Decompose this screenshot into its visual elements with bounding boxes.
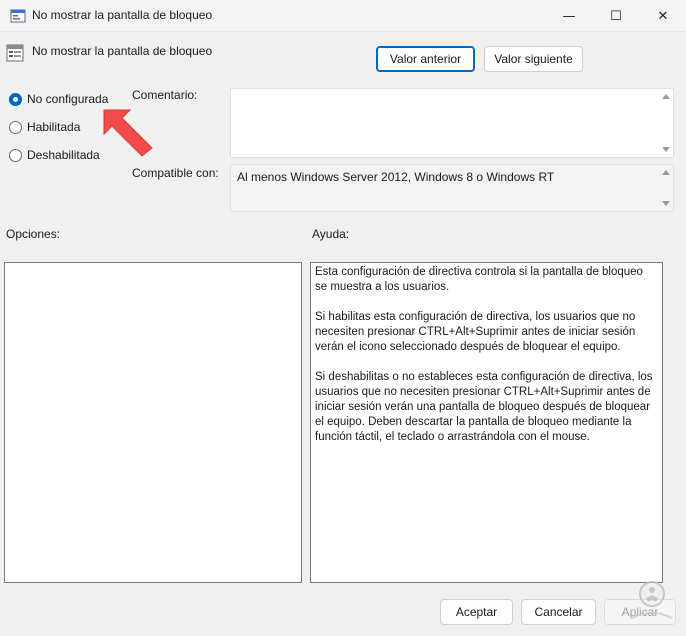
help-text: Esta configuración de directiva controla… — [315, 265, 658, 460]
help-label: Ayuda: — [312, 227, 350, 241]
radio-label: No configurada — [27, 92, 109, 106]
radio-label: Deshabilitada — [27, 148, 100, 162]
maximize-icon: ☐ — [610, 8, 622, 24]
close-icon: ✕ — [657, 8, 669, 24]
title-bar: No mostrar la pantalla de bloqueo — ☐ ✕ — [0, 0, 686, 32]
compatible-value: Al menos Windows Server 2012, Windows 8 … — [237, 170, 555, 184]
compatible-field: Al menos Windows Server 2012, Windows 8 … — [230, 164, 674, 212]
compatible-label: Compatible con: — [132, 166, 219, 180]
help-paragraph: Si deshabilitas o no estableces esta con… — [315, 371, 653, 443]
radio-indicator[interactable] — [9, 148, 22, 162]
close-button[interactable]: ✕ — [640, 0, 686, 32]
watermark-logo — [631, 581, 673, 619]
scroll-up-icon[interactable] — [662, 170, 670, 175]
minimize-icon: — — [562, 8, 576, 24]
accept-button[interactable]: Aceptar — [440, 599, 513, 625]
help-paragraph: Si habilitas esta configuración de direc… — [315, 311, 636, 353]
scroll-up-icon[interactable] — [662, 94, 670, 99]
minimize-button[interactable]: — — [546, 0, 592, 32]
cancel-button[interactable]: Cancelar — [521, 599, 596, 625]
policy-settings-icon — [6, 44, 24, 62]
help-panel: Esta configuración de directiva controla… — [310, 262, 663, 583]
options-panel — [4, 262, 302, 583]
policy-name: No mostrar la pantalla de bloqueo — [32, 44, 213, 58]
radio-enabled[interactable]: Habilitada — [9, 120, 80, 134]
scroll-down-icon[interactable] — [662, 201, 670, 206]
compatible-scrollbar[interactable] — [659, 165, 673, 211]
radio-label: Habilitada — [27, 120, 81, 134]
comment-label: Comentario: — [132, 88, 198, 102]
radio-indicator[interactable] — [9, 92, 22, 106]
radio-not-configured[interactable]: No configurada — [9, 92, 108, 106]
help-paragraph: Esta configuración de directiva controla… — [315, 266, 643, 293]
scroll-down-icon[interactable] — [662, 147, 670, 152]
radio-indicator[interactable] — [9, 120, 22, 134]
options-label: Opciones: — [6, 227, 61, 241]
annotation-arrow — [103, 109, 153, 157]
previous-setting-button[interactable]: Valor anterior — [376, 46, 475, 72]
radio-disabled[interactable]: Deshabilitada — [9, 148, 100, 162]
maximize-button[interactable]: ☐ — [593, 0, 639, 32]
window-title: No mostrar la pantalla de bloqueo — [32, 8, 213, 22]
policy-settings-icon — [10, 9, 26, 23]
next-setting-button[interactable]: Valor siguiente — [484, 46, 583, 72]
comment-scrollbar[interactable] — [659, 89, 673, 157]
comment-field[interactable] — [230, 88, 674, 158]
